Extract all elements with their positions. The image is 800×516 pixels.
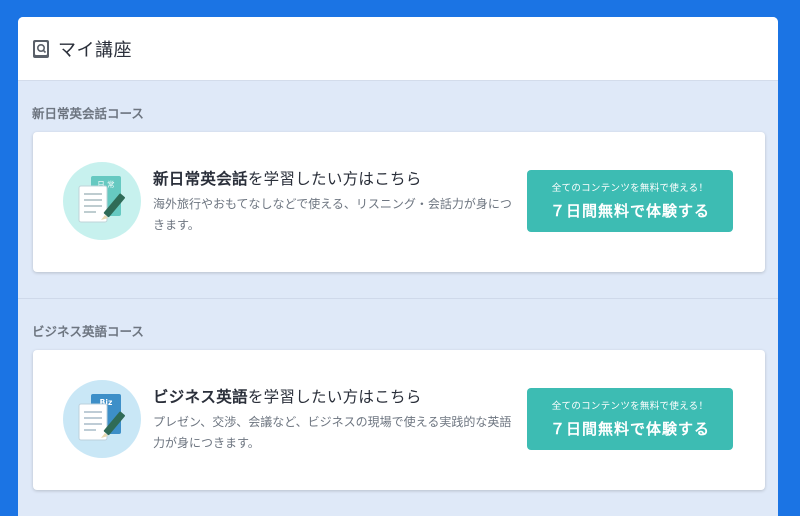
- section-label: 新日常英会話コース: [32, 106, 144, 121]
- course-heading: ビジネス英語を学習したい方はこちら: [153, 385, 422, 407]
- course-name: ビジネス英語: [153, 388, 248, 406]
- free-trial-label: ７日間無料で体験する: [549, 202, 710, 220]
- daily-conversation-icon: 日 常: [63, 162, 141, 240]
- panel-header: マイ講座: [18, 17, 778, 81]
- free-trial-button[interactable]: 全てのコンテンツを無料で使える！ ７日間無料で体験する: [527, 388, 733, 450]
- book-icon: [33, 39, 49, 58]
- course-description: 海外旅行やおもてなしなどで使える、リスニング・会話力が身につきます。: [153, 197, 512, 232]
- free-trial-label: ７日間無料で体験する: [549, 420, 710, 438]
- free-trial-subtext: 全てのコンテンツを無料で使える！: [551, 183, 709, 194]
- course-heading-suffix: を学習したい方はこちら: [247, 170, 422, 188]
- course-heading-suffix: を学習したい方はこちら: [247, 388, 422, 406]
- course-description: プレゼン、交渉、会議など、ビジネスの現場で使える実践的な英語力が身につきます。: [153, 415, 512, 450]
- free-trial-button[interactable]: 全てのコンテンツを無料で使える！ ７日間無料で体験する: [527, 170, 733, 232]
- my-courses-panel: マイ講座 新日常英会話コース 日 常 新日常英会話を学習したい方はこちら 海外旅…: [18, 17, 778, 516]
- free-trial-subtext: 全てのコンテンツを無料で使える！: [551, 401, 709, 412]
- course-section-daily: 新日常英会話コース 日 常 新日常英会話を学習したい方はこちら 海外旅行やおもて…: [18, 81, 778, 299]
- section-label: ビジネス英語コース: [32, 324, 144, 339]
- course-heading: 新日常英会話を学習したい方はこちら: [153, 167, 422, 189]
- page-title: マイ講座: [58, 39, 132, 61]
- course-card-business: Biz ビジネス英語を学習したい方はこちら プレゼン、交渉、会議など、ビジネスの…: [33, 350, 765, 490]
- business-english-icon: Biz: [63, 380, 141, 458]
- course-name: 新日常英会話: [153, 170, 248, 188]
- course-card-daily: 日 常 新日常英会話を学習したい方はこちら 海外旅行やおもてなしなどで使える、リ…: [33, 132, 765, 272]
